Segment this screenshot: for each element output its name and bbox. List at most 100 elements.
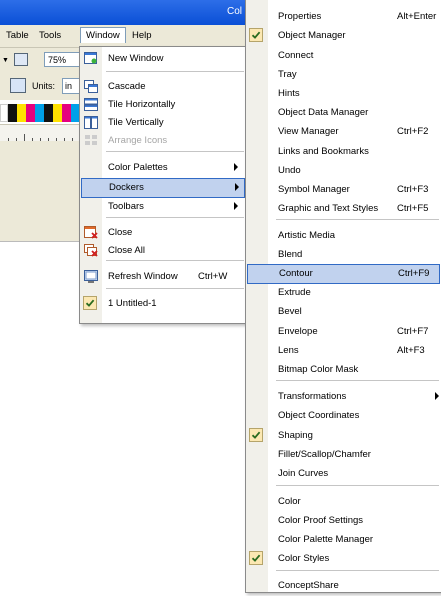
menu-item-object-coordinates[interactable]: Object Coordinates	[246, 406, 441, 426]
menu-item-extrude[interactable]: Extrude	[246, 283, 441, 303]
menu-item-contour[interactable]: Contour Ctrl+F9	[247, 264, 440, 284]
zoom-level-field[interactable]: 75%	[44, 52, 80, 67]
menu-item-new-window[interactable]: New Window	[80, 49, 246, 69]
menu-separator	[276, 485, 439, 486]
menu-item-label: Toolbars	[108, 201, 144, 212]
menu-item-hints[interactable]: Hints	[246, 84, 441, 104]
menu-item-view-manager[interactable]: View Manager Ctrl+F2	[246, 122, 441, 142]
menu-item-artistic-media[interactable]: Artistic Media	[246, 226, 441, 246]
menu-item-conceptshare[interactable]: ConceptShare	[246, 576, 441, 596]
menu-item-undo[interactable]: Undo	[246, 161, 441, 181]
submenu-arrow-icon	[435, 392, 439, 400]
menu-item-close-all[interactable]: Close All	[80, 241, 246, 261]
menu-item-color-palettes[interactable]: Color Palettes	[80, 158, 246, 178]
color-swatch[interactable]	[0, 104, 8, 122]
menu-item-bevel[interactable]: Bevel	[246, 302, 441, 322]
menu-item-bitmap-color-mask[interactable]: Bitmap Color Mask	[246, 360, 441, 380]
units-select[interactable]: in	[62, 78, 80, 94]
menu-item-close[interactable]: Close	[80, 223, 246, 243]
menu-separator	[276, 570, 439, 571]
menu-item-dockers[interactable]: Dockers	[81, 178, 245, 198]
checkmark-icon	[83, 296, 97, 310]
dockers-submenu: Properties Alt+Enter Object Manager Connect…	[245, 0, 441, 593]
menu-item-color-styles[interactable]: Color Styles	[246, 549, 441, 569]
color-swatch[interactable]	[62, 104, 71, 122]
close-all-icon	[84, 244, 98, 257]
menu-item-color-palette-manager[interactable]: Color Palette Manager	[246, 530, 441, 550]
menu-item-label: Connect	[278, 50, 314, 61]
menu-item-tile-vertically[interactable]: Tile Vertically	[80, 113, 246, 133]
menu-item-lens[interactable]: Lens Alt+F3	[246, 341, 441, 361]
menu-item-symbol-manager[interactable]: Symbol Manager Ctrl+F3	[246, 180, 441, 200]
submenu-arrow-icon	[234, 163, 238, 171]
menu-item-1-untitled-1[interactable]: 1 Untitled-1	[80, 294, 246, 314]
color-swatch[interactable]	[44, 104, 53, 122]
submenu-arrow-icon	[234, 202, 238, 210]
menu-item-cascade[interactable]: Cascade	[80, 77, 246, 97]
menu-item-label: New Window	[108, 53, 164, 64]
menu-item-fillet-scallop-chamfer[interactable]: Fillet/Scallop/Chamfer	[246, 445, 441, 465]
menu-item-label: Cascade	[108, 81, 146, 92]
new-window-icon	[84, 52, 98, 65]
checkmark-icon	[249, 428, 263, 442]
units-label: Units:	[32, 81, 56, 91]
menu-item-label: View Manager	[278, 126, 339, 137]
menu-item-connect[interactable]: Connect	[246, 46, 441, 66]
color-swatch[interactable]	[35, 104, 44, 122]
horizontal-ruler	[0, 124, 80, 142]
menu-separator	[106, 260, 244, 261]
menu-item-object-manager[interactable]: Object Manager	[246, 26, 441, 46]
menu-separator	[106, 71, 244, 72]
menu-window[interactable]: Window	[80, 27, 126, 43]
menu-item-refresh-window[interactable]: Refresh Window Ctrl+W	[80, 267, 246, 287]
title-bar: Col	[0, 0, 245, 25]
menu-item-label: Color Palette Manager	[278, 534, 374, 545]
page-layout-icon[interactable]	[10, 78, 26, 93]
standard-toolbar: ▼ 75%	[0, 48, 80, 72]
menu-item-object-data-manager[interactable]: Object Data Manager	[246, 103, 441, 123]
menu-item-label: Object Coordinates	[278, 410, 360, 421]
menu-item-label: Refresh Window	[108, 271, 178, 282]
menu-item-properties[interactable]: Properties Alt+Enter	[246, 7, 441, 27]
color-swatch[interactable]	[53, 104, 62, 122]
menu-item-toolbars[interactable]: Toolbars	[80, 197, 246, 217]
tile-horizontal-icon	[84, 98, 98, 111]
menu-item-transformations[interactable]: Transformations	[246, 387, 441, 407]
menu-item-label: 1 Untitled-1	[108, 298, 157, 309]
menu-help[interactable]: Help	[132, 30, 152, 41]
menu-item-label: Color Palettes	[108, 162, 168, 173]
menu-item-label: Envelope	[278, 326, 318, 337]
menu-item-arrange-icons: Arrange Icons	[80, 131, 246, 151]
divider	[0, 241, 80, 242]
menu-item-join-curves[interactable]: Join Curves	[246, 464, 441, 484]
menu-item-shaping[interactable]: Shaping	[246, 426, 441, 446]
menu-item-tile-horizontally[interactable]: Tile Horizontally	[80, 95, 246, 115]
menu-separator	[276, 219, 439, 220]
menu-item-label: Hints	[278, 88, 300, 99]
color-palette-strip[interactable]	[0, 104, 80, 122]
menu-item-graphic-and-text-styles[interactable]: Graphic and Text Styles Ctrl+F5	[246, 199, 441, 219]
menu-table[interactable]: Table	[6, 30, 29, 41]
menu-item-links-and-bookmarks[interactable]: Links and Bookmarks	[246, 142, 441, 162]
color-swatch[interactable]	[8, 104, 17, 122]
color-swatch[interactable]	[17, 104, 26, 122]
menu-item-label: Blend	[278, 249, 303, 260]
menu-item-color-proof-settings[interactable]: Color Proof Settings	[246, 511, 441, 531]
close-doc-icon	[84, 226, 98, 239]
menu-separator	[106, 217, 244, 218]
menu-item-label: Fillet/Scallop/Chamfer	[278, 449, 371, 460]
menu-item-color[interactable]: Color	[246, 492, 441, 512]
shortcut-label: Alt+F3	[397, 345, 425, 356]
menu-item-label: Bitmap Color Mask	[278, 364, 359, 375]
menu-tools[interactable]: Tools	[39, 30, 61, 41]
menu-item-envelope[interactable]: Envelope Ctrl+F7	[246, 322, 441, 342]
menu-item-blend[interactable]: Blend	[246, 245, 441, 265]
shortcut-label: Ctrl+F5	[397, 203, 429, 214]
color-swatch[interactable]	[26, 104, 35, 122]
app-launcher-icon[interactable]	[14, 53, 28, 66]
menu-item-label: Links and Bookmarks	[278, 146, 369, 157]
property-bar: Units: in	[0, 72, 80, 100]
submenu-arrow-icon	[235, 183, 239, 191]
menu-item-tray[interactable]: Tray	[246, 65, 441, 85]
arrange-icons-icon	[84, 134, 98, 147]
